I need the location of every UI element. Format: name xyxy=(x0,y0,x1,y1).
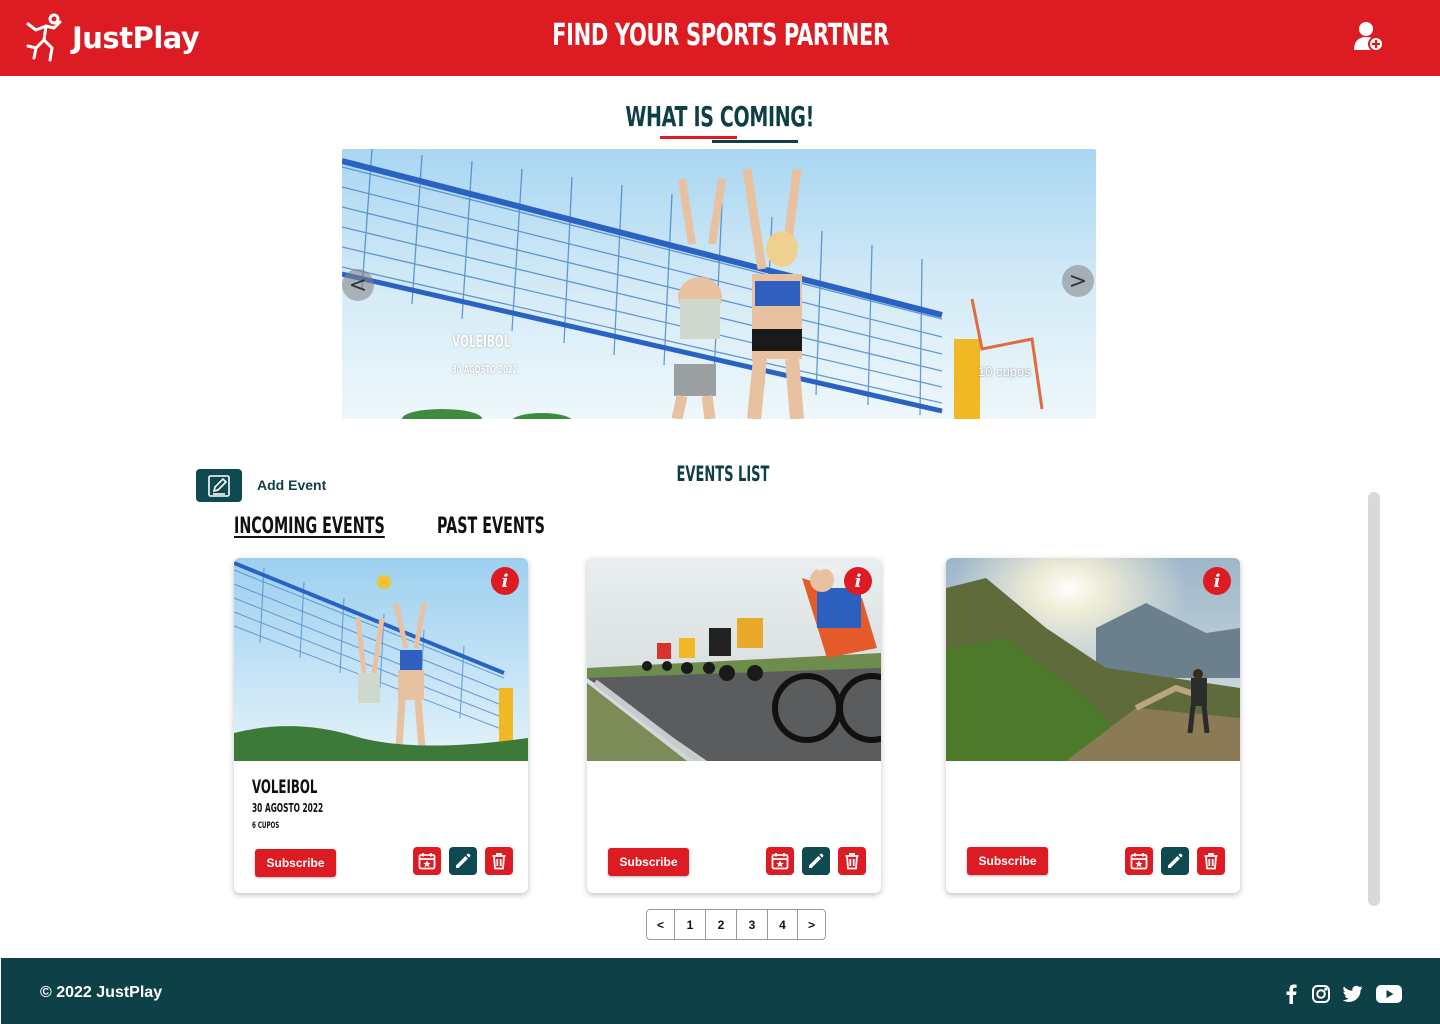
tab-past-label: PAST EVENTS xyxy=(437,514,545,539)
edit-button[interactable] xyxy=(802,847,830,875)
edit-button[interactable] xyxy=(449,847,477,875)
header-title: FIND YOUR SPORTS PARTNER xyxy=(551,18,889,53)
pagination-prev[interactable]: < xyxy=(647,910,675,939)
volleyball-photo xyxy=(234,558,528,761)
cycling-photo xyxy=(587,558,881,761)
instagram-icon[interactable] xyxy=(1309,982,1333,1006)
subscribe-button[interactable]: Subscribe xyxy=(255,849,336,877)
youtube-icon[interactable] xyxy=(1375,982,1403,1006)
info-button[interactable]: i xyxy=(844,567,872,595)
card-actions xyxy=(1125,847,1225,875)
event-card[interactable]: i Subscribe xyxy=(587,558,881,893)
event-date: 30 AGOSTO 2022 xyxy=(252,801,324,815)
pencil-icon xyxy=(1168,853,1183,868)
event-card[interactable]: i Subscribe xyxy=(946,558,1240,893)
hiking-photo xyxy=(946,558,1240,761)
event-slots-wrap: 6 CUPOS xyxy=(252,820,296,831)
brand-logo[interactable]: JustPlay xyxy=(24,12,200,64)
tab-incoming-events[interactable]: INCOMING EVENTS xyxy=(234,513,466,539)
subscribe-button[interactable]: Subscribe xyxy=(608,848,689,876)
calendar-star-icon xyxy=(771,853,789,870)
section-title-wrap: WHAT IS COMING! xyxy=(0,100,1440,133)
slide-event-name-wrap: VOLEIBOL xyxy=(452,332,546,352)
pagination: < 1 2 3 4 > xyxy=(646,909,826,940)
event-slots: 6 CUPOS xyxy=(252,821,280,831)
title-underline-teal xyxy=(712,140,798,143)
info-button[interactable]: i xyxy=(491,567,519,595)
featured-carousel[interactable]: < > VOLEIBOL 30 AGOSTO 2022 10 cupos xyxy=(342,149,1096,419)
event-name: VOLEIBOL xyxy=(252,776,318,798)
carousel-next-button[interactable]: > xyxy=(1062,265,1094,297)
event-date-wrap: 30 AGOSTO 2022 xyxy=(252,801,367,815)
trash-icon xyxy=(845,853,859,870)
edit-note-icon xyxy=(208,474,230,497)
add-event-label[interactable]: Add Event xyxy=(257,477,326,493)
delete-button[interactable] xyxy=(1197,847,1225,875)
title-underline-red xyxy=(660,136,737,139)
card-actions xyxy=(766,847,866,875)
slide-event-date-wrap: 30 AGOSTO 2022 xyxy=(452,363,557,376)
pagination-page-3[interactable]: 3 xyxy=(737,910,768,939)
events-list-title: EVENTS LIST xyxy=(676,462,770,486)
tab-incoming-label: INCOMING EVENTS xyxy=(234,514,385,539)
header-title-wrap: FIND YOUR SPORTS PARTNER xyxy=(0,18,1440,53)
add-event-button[interactable] xyxy=(196,469,242,502)
event-name-wrap: VOLEIBOL xyxy=(252,776,357,799)
calendar-button[interactable] xyxy=(1125,847,1153,875)
calendar-star-icon xyxy=(1130,853,1148,870)
slide-event-date: 30 AGOSTO 2022 xyxy=(452,363,518,376)
facebook-icon[interactable] xyxy=(1279,982,1303,1006)
pencil-icon xyxy=(456,853,471,868)
subscribe-button[interactable]: Subscribe xyxy=(967,847,1048,875)
top-header: JustPlay FIND YOUR SPORTS PARTNER xyxy=(0,0,1440,76)
copyright-text: © 2022 JustPlay xyxy=(40,984,163,1001)
event-card[interactable]: i VOLEIBOL 30 AGOSTO 2022 6 CUPOS Subscr… xyxy=(234,558,528,893)
pencil-icon xyxy=(809,853,824,868)
edit-button[interactable] xyxy=(1161,847,1189,875)
calendar-star-icon xyxy=(418,853,436,870)
what-is-coming-title: WHAT IS COMING! xyxy=(625,100,815,133)
calendar-button[interactable] xyxy=(413,847,441,875)
card-actions xyxy=(413,847,513,875)
slide-event-slots: 10 cupos xyxy=(978,364,1031,379)
trash-icon xyxy=(1204,853,1218,870)
runner-logo-icon xyxy=(26,13,62,62)
add-user-icon[interactable] xyxy=(1352,20,1386,54)
info-button[interactable]: i xyxy=(1203,567,1231,595)
delete-button[interactable] xyxy=(838,847,866,875)
footer: © 2022 JustPlay xyxy=(1,958,1440,1024)
pagination-next[interactable]: > xyxy=(798,910,825,939)
twitter-icon[interactable] xyxy=(1341,982,1365,1006)
delete-button[interactable] xyxy=(485,847,513,875)
trash-icon xyxy=(492,853,506,870)
pagination-page-4[interactable]: 4 xyxy=(768,910,798,939)
carousel-prev-button[interactable]: < xyxy=(342,269,374,301)
calendar-button[interactable] xyxy=(766,847,794,875)
brand-name: JustPlay xyxy=(72,21,200,55)
slide-event-name: VOLEIBOL xyxy=(452,332,511,352)
tab-past-events[interactable]: PAST EVENTS xyxy=(437,513,603,539)
pagination-page-2[interactable]: 2 xyxy=(706,910,737,939)
pagination-page-1[interactable]: 1 xyxy=(675,910,706,939)
vertical-scrollbar[interactable] xyxy=(1368,492,1380,906)
